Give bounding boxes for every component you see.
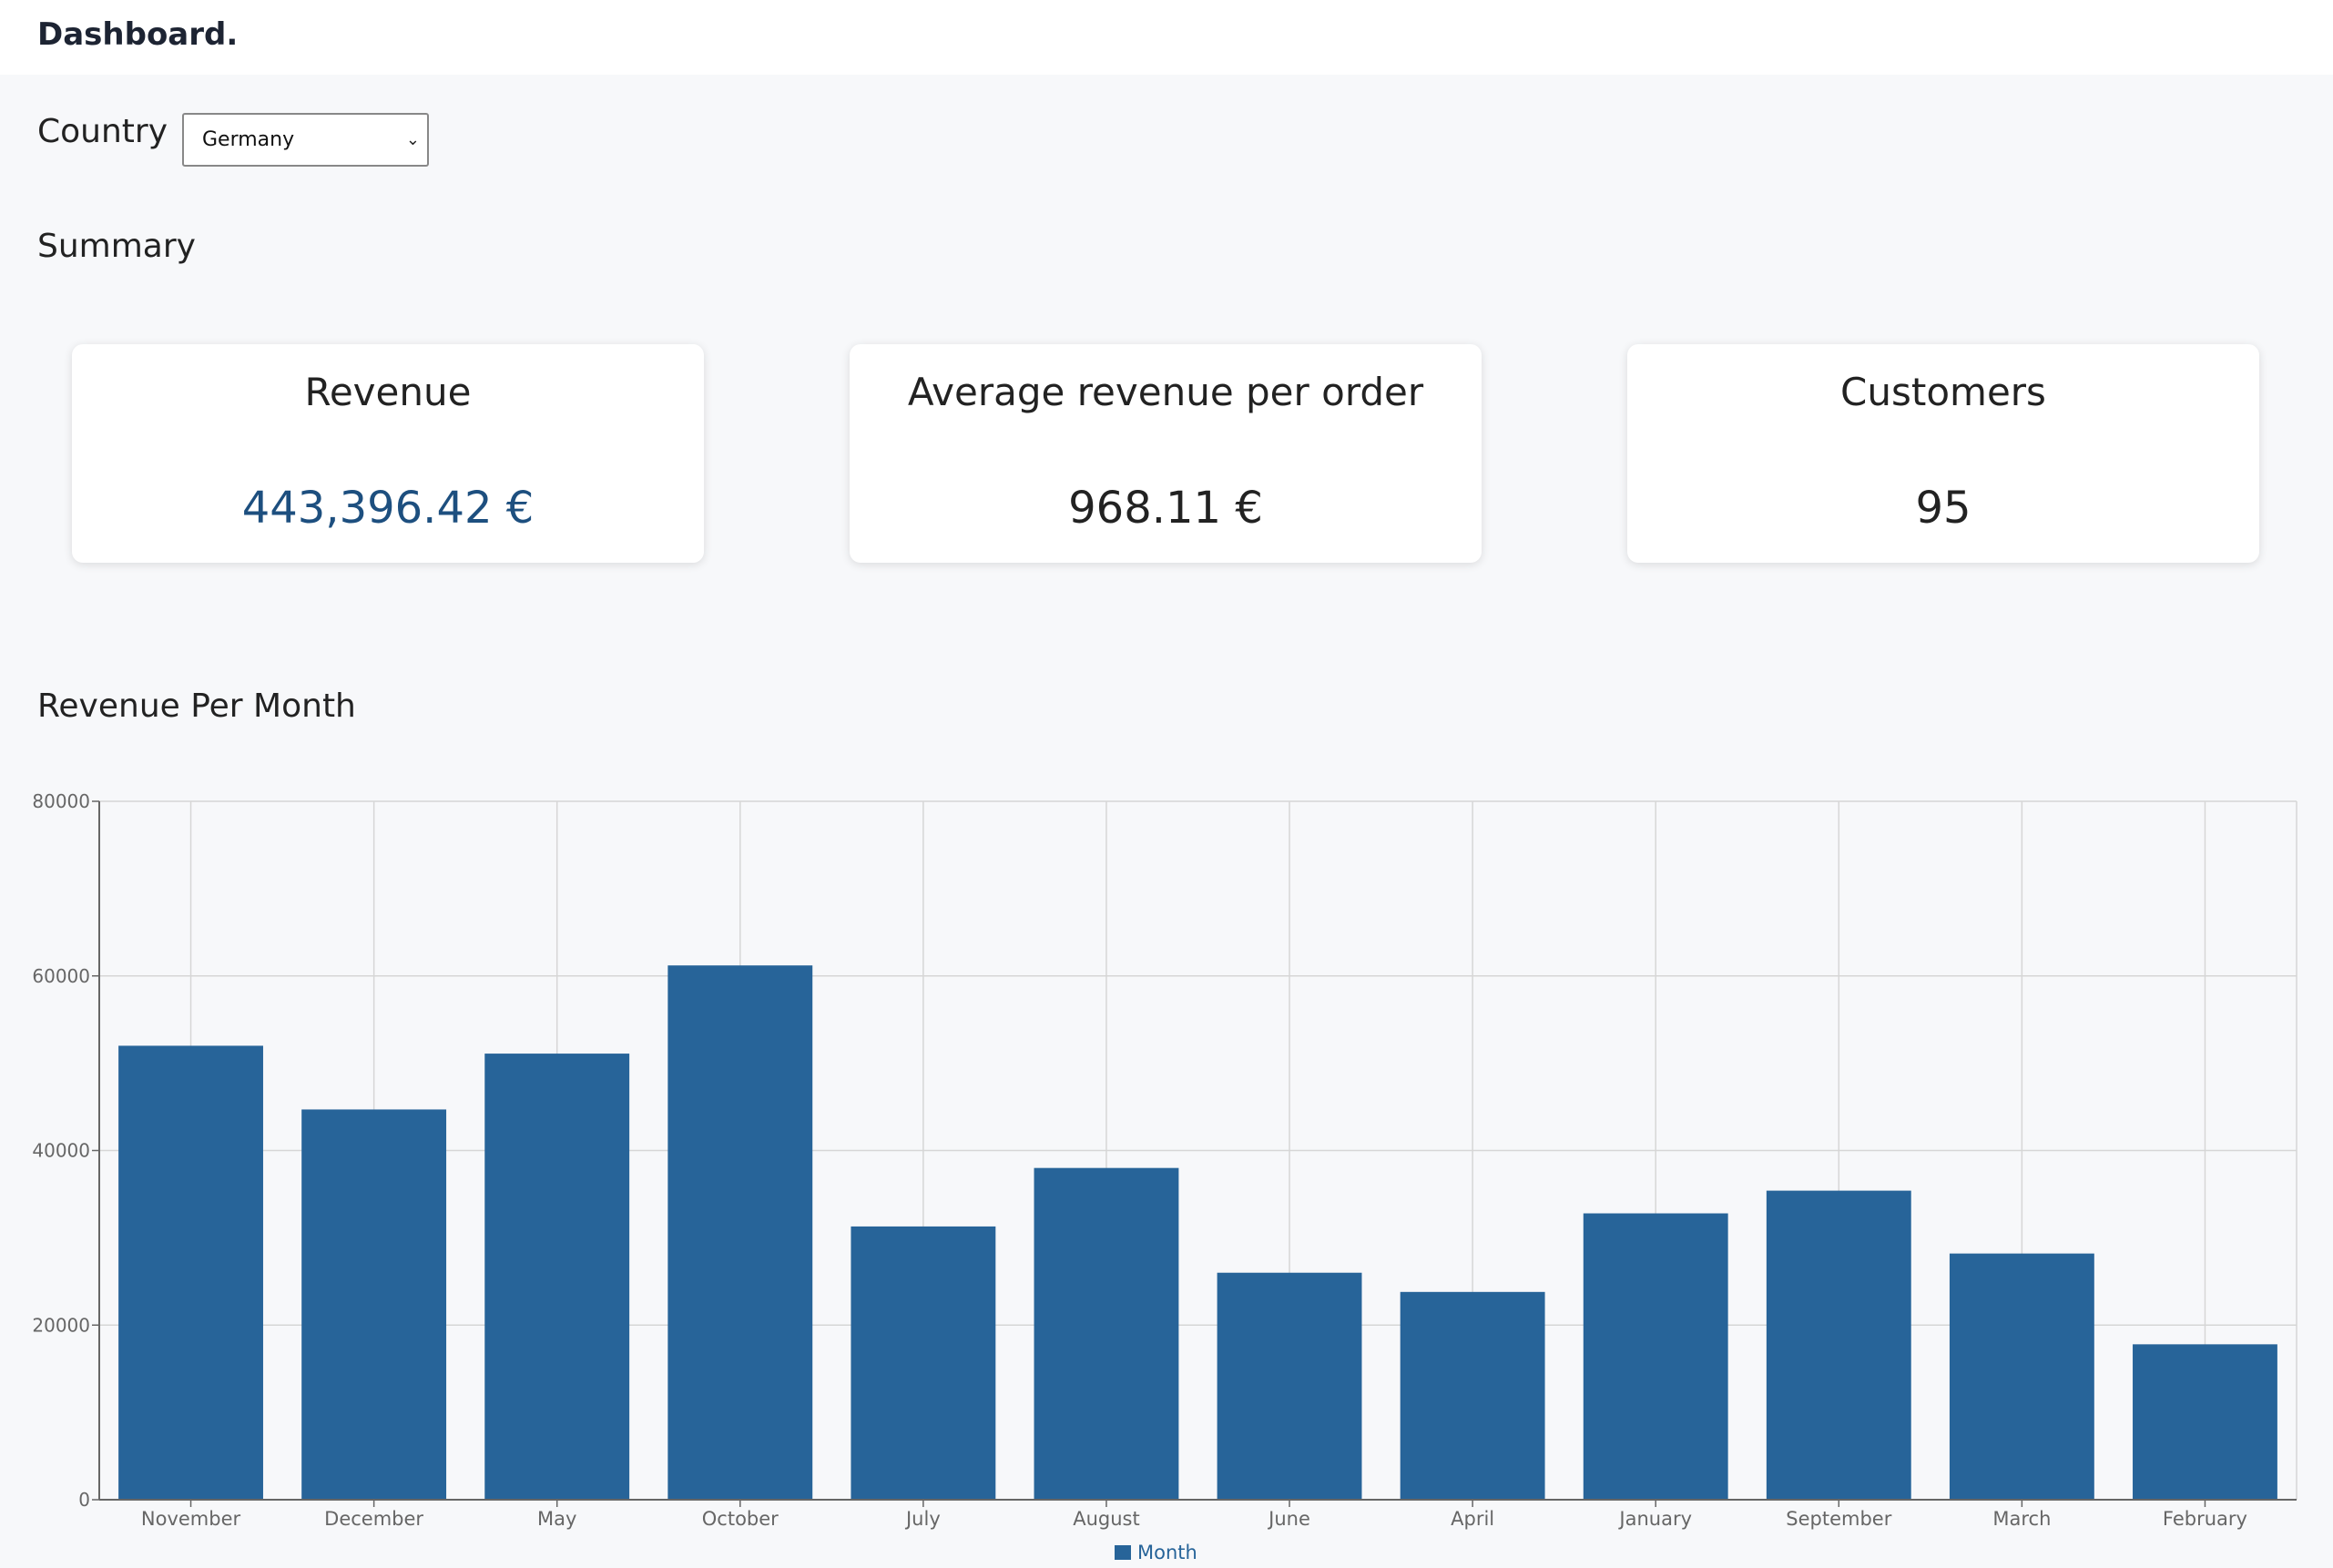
bar-february (2133, 1344, 2277, 1500)
bar-december (301, 1109, 447, 1500)
y-tick-label: 0 (78, 1489, 90, 1511)
y-tick-label: 80000 (32, 790, 90, 812)
x-tick-label: June (1267, 1508, 1310, 1530)
y-tick-label: 60000 (32, 965, 90, 987)
bar-january (1583, 1213, 1728, 1500)
revenue-bar-chart: 0 20000 40000 60000 80000 November December May… (32, 790, 2297, 1563)
x-tick-label: April (1451, 1508, 1494, 1530)
country-select-value: Germany (202, 128, 295, 151)
customers-card: Customers 95 (1627, 344, 2259, 563)
avg-revenue-card: Average revenue per order 968.11 € (850, 344, 1482, 563)
bar-october (667, 965, 813, 1500)
x-tick-label: May (537, 1508, 576, 1530)
legend-swatch (1115, 1545, 1131, 1560)
chevron-down-icon: ⌄ (405, 130, 420, 149)
x-tick-label: January (1617, 1508, 1692, 1530)
chart-title: Revenue Per Month (37, 687, 356, 725)
bar-august (1034, 1167, 1179, 1500)
bar-november (118, 1045, 263, 1500)
x-tick-label: December (324, 1508, 423, 1530)
revenue-card: Revenue 443,396.42 € (72, 344, 704, 563)
y-tick-label: 20000 (32, 1314, 90, 1336)
x-tick-label: October (702, 1508, 779, 1530)
revenue-card-value: 443,396.42 € (241, 483, 535, 534)
x-tick-label: September (1786, 1508, 1891, 1530)
top-bar: Dashboard. (0, 0, 2333, 75)
app-brand: Dashboard. (37, 16, 239, 53)
x-tick-label: March (1992, 1508, 2051, 1530)
x-tick-label: February (2163, 1508, 2247, 1530)
bar-april (1400, 1291, 1545, 1500)
bar-march (1949, 1253, 2094, 1500)
y-tick-label: 40000 (32, 1140, 90, 1162)
x-tick-label: August (1073, 1508, 1140, 1530)
bar-may (484, 1054, 630, 1500)
bar-september (1766, 1190, 1911, 1500)
x-tick-label: July (904, 1508, 941, 1530)
country-filter-label: Country (37, 113, 168, 150)
revenue-card-title: Revenue (304, 370, 472, 414)
bar-june (1217, 1272, 1362, 1500)
avg-revenue-card-title: Average revenue per order (907, 370, 1424, 414)
legend-label: Month (1137, 1542, 1197, 1563)
x-tick-label: November (141, 1508, 241, 1530)
bar-july (851, 1226, 996, 1500)
customers-card-value: 95 (1915, 483, 1971, 534)
summary-title: Summary (37, 228, 196, 265)
country-select[interactable]: Germany ⌄ (182, 113, 429, 167)
customers-card-title: Customers (1840, 370, 2046, 414)
avg-revenue-card-value: 968.11 € (1068, 483, 1263, 534)
